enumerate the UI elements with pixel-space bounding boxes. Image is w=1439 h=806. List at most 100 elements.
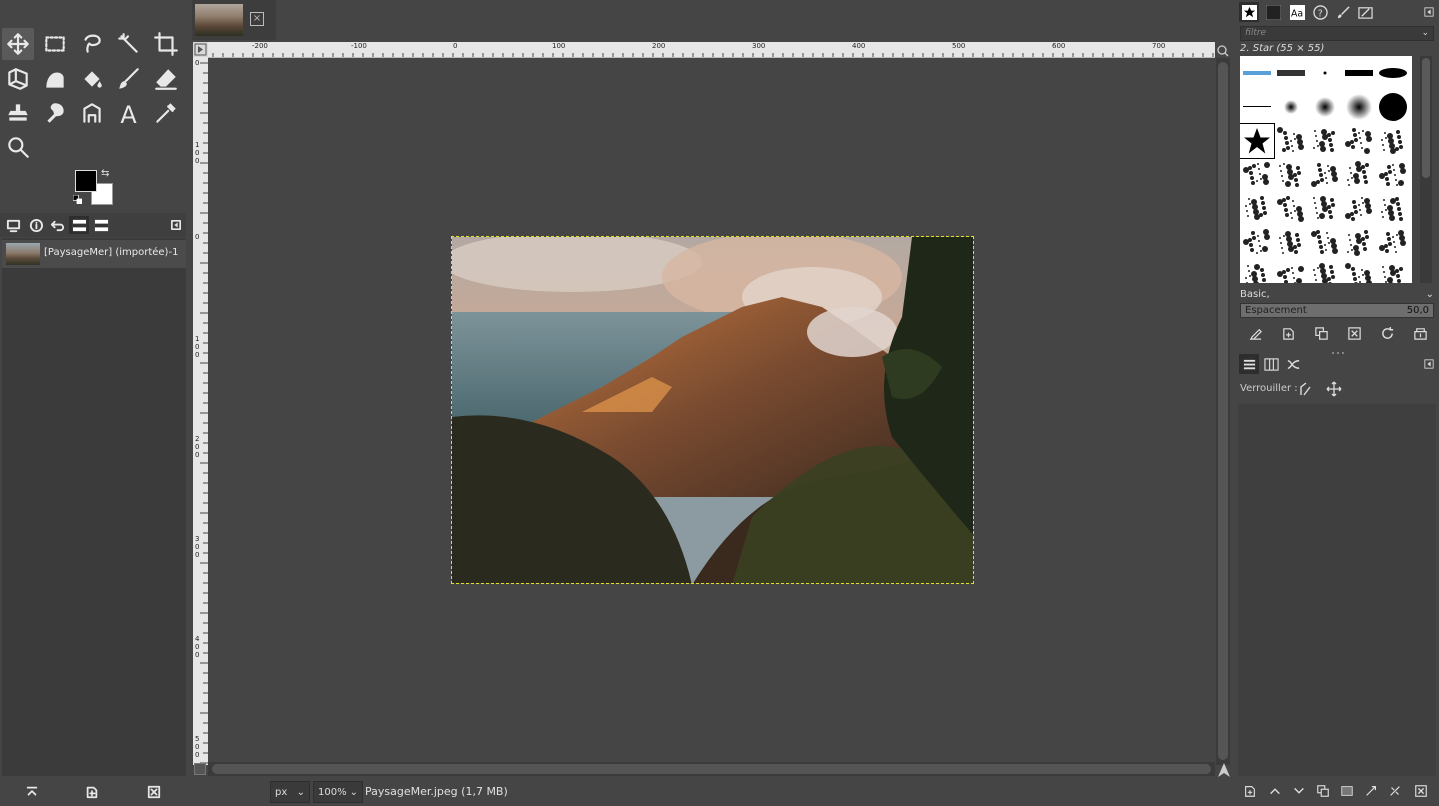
paint-dynamics-tab-icon[interactable] bbox=[1333, 2, 1353, 22]
horizontal-scroll-thumb[interactable] bbox=[212, 764, 1211, 774]
zoom-icon[interactable] bbox=[2, 131, 34, 163]
image-info-icon[interactable] bbox=[25, 216, 45, 234]
reset-colors-icon[interactable] bbox=[72, 194, 82, 204]
foreground-color-swatch[interactable] bbox=[75, 170, 97, 192]
horizontal-scrollbar[interactable] bbox=[208, 762, 1215, 776]
new-brush-icon[interactable] bbox=[1277, 322, 1299, 344]
open-brush-as-image-icon[interactable] bbox=[1409, 322, 1431, 344]
brush-preview-grass2[interactable] bbox=[1274, 260, 1308, 283]
brush-preview-fuzzy-m[interactable] bbox=[1308, 90, 1342, 124]
brush-preset-select[interactable]: Basic, ⌄ bbox=[1240, 286, 1434, 302]
brush-preview-bar[interactable] bbox=[1342, 56, 1376, 90]
brush-preview-splat[interactable] bbox=[1274, 124, 1308, 158]
fg-bg-colors[interactable]: ⇆ bbox=[72, 168, 119, 208]
brush-preview-fuzzy-l[interactable] bbox=[1342, 90, 1376, 124]
paths-icon[interactable] bbox=[76, 97, 108, 129]
brush-preview-brush5[interactable] bbox=[1376, 226, 1410, 260]
duplicate-brush-icon[interactable] bbox=[1310, 322, 1332, 344]
horizontal-ruler[interactable]: -200 -100 0 100 200 300 400 500 600 700 bbox=[208, 42, 1215, 58]
swap-colors-icon[interactable]: ⇆ bbox=[101, 168, 109, 179]
edit-brush-icon[interactable] bbox=[1244, 322, 1266, 344]
brush-preview-grass4[interactable] bbox=[1342, 260, 1376, 283]
quick-mask-toggle-icon[interactable] bbox=[194, 763, 206, 775]
unit-select[interactable]: px ⌄ bbox=[270, 781, 310, 803]
paintbrush-icon[interactable] bbox=[113, 63, 145, 95]
brush-preview-dot[interactable] bbox=[1308, 56, 1342, 90]
brush-preview-grass1[interactable] bbox=[1240, 260, 1274, 283]
lock-position-icon[interactable] bbox=[1326, 381, 1342, 397]
layers-tab-icon[interactable] bbox=[1239, 354, 1259, 374]
brush-preview-star[interactable] bbox=[1240, 123, 1275, 159]
brush-preview-rough[interactable] bbox=[1274, 56, 1308, 90]
brush-preview-texture5[interactable] bbox=[1376, 192, 1410, 226]
paths-tab-icon[interactable] bbox=[1283, 354, 1303, 374]
brush-preview-sparse2[interactable] bbox=[1342, 158, 1376, 192]
brush-preview-brush2[interactable] bbox=[1274, 226, 1308, 260]
clone-icon[interactable] bbox=[2, 97, 34, 129]
brush-preview-brush1[interactable] bbox=[1240, 226, 1274, 260]
new-layer-icon[interactable] bbox=[1239, 780, 1261, 802]
eraser-icon[interactable] bbox=[150, 63, 182, 95]
brush-preview-brush4[interactable] bbox=[1342, 226, 1376, 260]
vertical-scroll-thumb[interactable] bbox=[1218, 62, 1228, 760]
rect-select-icon[interactable] bbox=[39, 28, 71, 60]
image-canvas[interactable] bbox=[451, 236, 974, 584]
warp-transform-icon[interactable] bbox=[39, 63, 71, 95]
lock-pixels-icon[interactable] bbox=[1298, 381, 1314, 397]
layers-list[interactable] bbox=[1238, 404, 1436, 776]
brush-preview-dotted[interactable] bbox=[1376, 158, 1410, 192]
vertical-ruler[interactable]: 0 1 0 0 0 1 0 0 2 0 0 3 0 0 4 0 0 5 0 0 bbox=[193, 57, 208, 765]
color-picker-icon[interactable] bbox=[150, 97, 182, 129]
bucket-fill-icon[interactable] bbox=[76, 63, 108, 95]
dock-menu-icon[interactable] bbox=[1419, 2, 1439, 22]
move-tool-icon[interactable] bbox=[2, 28, 34, 60]
brushes-tab-icon[interactable] bbox=[1239, 2, 1259, 22]
crop-icon[interactable] bbox=[150, 28, 182, 60]
free-select-icon[interactable] bbox=[76, 28, 108, 60]
lower-layer-icon[interactable] bbox=[1288, 780, 1310, 802]
help-tab-icon[interactable]: ? bbox=[1310, 2, 1330, 22]
dock-separator-handle[interactable] bbox=[1330, 345, 1346, 354]
brush-preview-texture4[interactable] bbox=[1342, 192, 1376, 226]
brush-preview-sparse[interactable] bbox=[1308, 158, 1342, 192]
tab-close-icon[interactable]: × bbox=[250, 12, 264, 26]
device-status-icon[interactable] bbox=[3, 216, 23, 234]
anchor-layer-icon[interactable] bbox=[1360, 780, 1382, 802]
brush-preview-texture2[interactable] bbox=[1274, 192, 1308, 226]
templates-tab-icon[interactable] bbox=[91, 216, 111, 234]
brush-preview-ellipse[interactable] bbox=[1376, 56, 1410, 90]
brush-preview-dots[interactable] bbox=[1376, 124, 1410, 158]
brush-grid[interactable] bbox=[1240, 56, 1412, 283]
zoom-select[interactable]: 100% ⌄ bbox=[313, 781, 363, 803]
brush-scrollbar[interactable] bbox=[1420, 56, 1432, 283]
smudge-icon[interactable] bbox=[39, 97, 71, 129]
brush-preview-splat4[interactable] bbox=[1240, 158, 1274, 192]
text-icon[interactable]: A bbox=[113, 97, 145, 129]
raise-layer-icon[interactable] bbox=[1264, 780, 1286, 802]
image-tab[interactable]: × bbox=[192, 0, 276, 40]
delete-layer-icon[interactable] bbox=[1410, 780, 1432, 802]
brush-filter-input[interactable]: filtre ⌄ bbox=[1240, 26, 1434, 41]
tool-presets-tab-icon[interactable] bbox=[1355, 2, 1375, 22]
brush-preview-brush3[interactable] bbox=[1308, 226, 1342, 260]
unified-transform-icon[interactable] bbox=[2, 63, 34, 95]
dock-menu-icon[interactable] bbox=[166, 216, 186, 234]
patterns-tab-icon[interactable] bbox=[1263, 2, 1283, 22]
list-item[interactable]: [PaysageMer] (importée)-1 bbox=[2, 240, 186, 268]
merge-layer-icon[interactable] bbox=[1384, 780, 1406, 802]
refresh-brushes-icon[interactable] bbox=[1376, 322, 1398, 344]
brush-preview-thin[interactable] bbox=[1240, 90, 1274, 124]
brush-preview-grass5[interactable] bbox=[1376, 260, 1410, 283]
navigate-image-icon[interactable] bbox=[1216, 762, 1232, 778]
channels-tab-icon[interactable] bbox=[1261, 354, 1281, 374]
brush-preview-texture[interactable] bbox=[1240, 192, 1274, 226]
layer-mask-icon[interactable] bbox=[1336, 780, 1358, 802]
fuzzy-select-icon[interactable] bbox=[113, 28, 145, 60]
brush-preview-slash[interactable] bbox=[1274, 158, 1308, 192]
brush-scroll-thumb[interactable] bbox=[1422, 58, 1430, 178]
raise-to-top-icon[interactable] bbox=[22, 782, 42, 802]
dock-menu-icon[interactable] bbox=[1419, 354, 1439, 374]
spacing-slider[interactable]: Espacement 50,0 bbox=[1240, 303, 1434, 318]
new-display-icon[interactable] bbox=[82, 782, 102, 802]
delete-brush-icon[interactable] bbox=[1343, 322, 1365, 344]
